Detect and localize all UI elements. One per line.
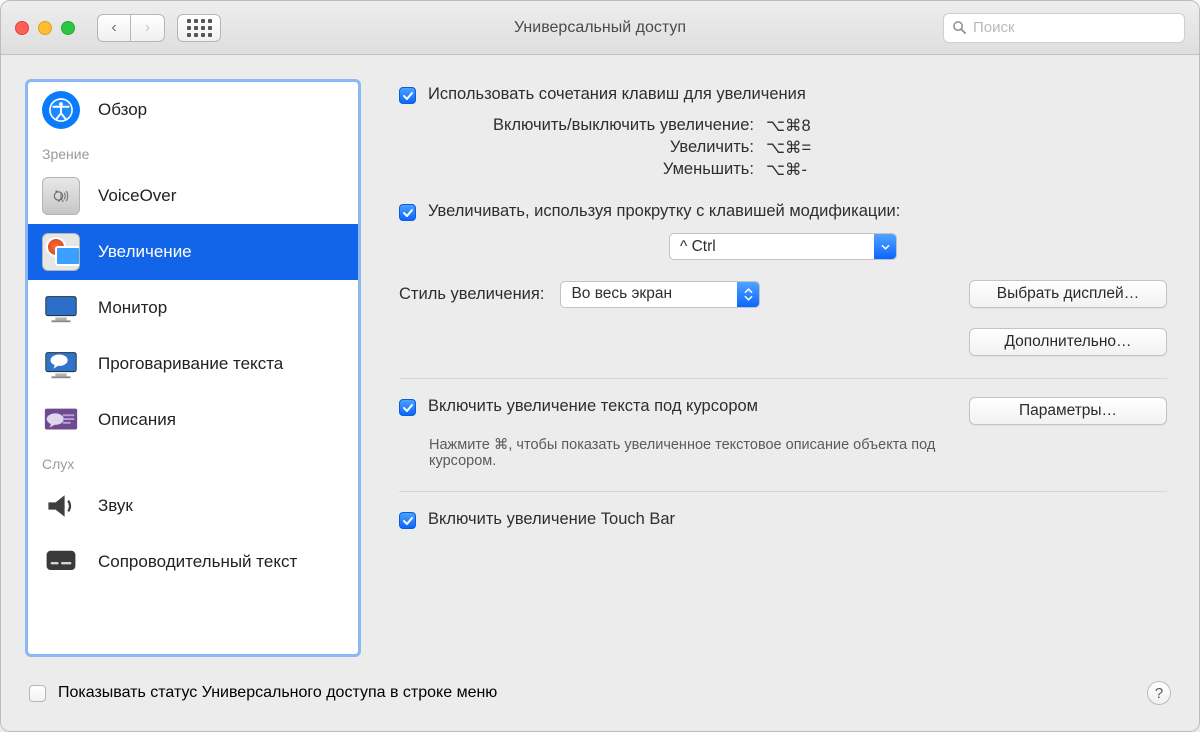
display-icon xyxy=(42,289,80,327)
scroll-modifier-checkbox[interactable] xyxy=(399,204,416,221)
sidebar-item-speech[interactable]: Проговаривание текста xyxy=(28,336,358,392)
zoomout-shortcut: ⌥⌘- xyxy=(762,160,807,180)
footer: Показывать статус Универсального доступа… xyxy=(25,679,1175,707)
question-icon: ? xyxy=(1155,685,1163,702)
scroll-modifier-label: Увеличивать, используя прокрутку с клави… xyxy=(428,202,900,221)
sidebar-item-overview[interactable]: Обзор xyxy=(28,82,358,138)
scroll-modifier-row: Увеличивать, используя прокрутку с клави… xyxy=(399,202,1167,221)
zoom-style-select[interactable]: Во весь экран xyxy=(560,281,760,308)
sidebar-label: Монитор xyxy=(98,298,167,318)
touchbar-checkbox[interactable] xyxy=(399,512,416,529)
sidebar: Обзор Зрение VoiceOver Увеличение xyxy=(25,79,361,657)
use-shortcuts-row: Использовать сочетания клавиш для увелич… xyxy=(399,85,1167,104)
menubar-status-checkbox[interactable] xyxy=(29,685,46,702)
advanced-button[interactable]: Дополнительно… xyxy=(969,328,1167,356)
zoom-button[interactable] xyxy=(61,21,75,35)
zoom-style-label: Стиль увеличения: xyxy=(399,285,544,304)
search-input[interactable] xyxy=(973,19,1176,36)
divider xyxy=(399,491,1167,492)
sidebar-item-display[interactable]: Монитор xyxy=(28,280,358,336)
sidebar-label: Увеличение xyxy=(98,242,192,262)
menubar-status-label: Показывать статус Универсального доступа… xyxy=(58,684,497,702)
sidebar-category-hearing: Слух xyxy=(28,448,358,478)
captions-icon xyxy=(42,543,80,581)
sidebar-item-voiceover[interactable]: VoiceOver xyxy=(28,168,358,224)
main-panel: Использовать сочетания клавиш для увелич… xyxy=(383,79,1175,657)
shortcuts-list: Включить/выключить увеличение:⌥⌘8 Увелич… xyxy=(429,114,1167,182)
sidebar-label: VoiceOver xyxy=(98,186,176,206)
options-button[interactable]: Параметры… xyxy=(969,397,1167,425)
titlebar: ‹ › Универсальный доступ xyxy=(1,1,1199,55)
sidebar-item-zoom[interactable]: Увеличение xyxy=(28,224,358,280)
minimize-button[interactable] xyxy=(38,21,52,35)
window-controls xyxy=(15,21,75,35)
accessibility-icon xyxy=(42,91,80,129)
forward-button[interactable]: › xyxy=(131,14,165,42)
hover-text-checkbox[interactable] xyxy=(399,399,416,416)
use-shortcuts-checkbox[interactable] xyxy=(399,87,416,104)
check-icon xyxy=(402,90,414,102)
chevron-right-icon: › xyxy=(145,19,150,37)
toggle-label: Включить/выключить увеличение: xyxy=(429,116,762,136)
touchbar-label: Включить увеличение Touch Bar xyxy=(428,510,675,529)
sidebar-category-vision: Зрение xyxy=(28,138,358,168)
hover-text-label: Включить увеличение текста под курсором xyxy=(428,397,969,416)
sidebar-label: Проговаривание текста xyxy=(98,354,283,374)
grid-icon xyxy=(187,19,212,37)
voiceover-icon xyxy=(42,177,80,215)
close-button[interactable] xyxy=(15,21,29,35)
descriptions-icon xyxy=(42,401,80,439)
search-field[interactable] xyxy=(943,13,1185,43)
use-shortcuts-label: Использовать сочетания клавиш для увелич… xyxy=(428,85,806,104)
divider xyxy=(399,378,1167,379)
check-icon xyxy=(402,207,414,219)
hover-text-hint: Нажмите ⌘, чтобы показать увеличенное те… xyxy=(429,437,949,469)
sidebar-item-descriptions[interactable]: Описания xyxy=(28,392,358,448)
chevron-left-icon: ‹ xyxy=(111,19,116,37)
modifier-value: ^ Ctrl xyxy=(670,238,874,256)
sidebar-label: Сопроводительный текст xyxy=(98,552,297,572)
toggle-shortcut: ⌥⌘8 xyxy=(762,116,811,136)
preferences-window: ‹ › Универсальный доступ xyxy=(0,0,1200,732)
zoomin-shortcut: ⌥⌘= xyxy=(762,138,811,158)
sidebar-label: Описания xyxy=(98,410,176,430)
sidebar-item-captions[interactable]: Сопроводительный текст xyxy=(28,534,358,590)
touchbar-row: Включить увеличение Touch Bar xyxy=(399,510,1167,529)
speaker-icon xyxy=(42,487,80,525)
window-body: Обзор Зрение VoiceOver Увеличение xyxy=(1,55,1199,731)
show-all-button[interactable] xyxy=(177,14,221,42)
sidebar-label: Обзор xyxy=(98,100,147,120)
sidebar-label: Звук xyxy=(98,496,133,516)
search-icon xyxy=(952,20,967,35)
zoomin-label: Увеличить: xyxy=(429,138,762,158)
modifier-select[interactable]: ^ Ctrl xyxy=(669,233,897,260)
check-icon xyxy=(402,515,414,527)
dropdown-arrows-icon xyxy=(737,282,759,307)
help-button[interactable]: ? xyxy=(1147,681,1171,705)
sidebar-item-audio[interactable]: Звук xyxy=(28,478,358,534)
choose-display-button[interactable]: Выбрать дисплей… xyxy=(969,280,1167,308)
nav-buttons: ‹ › xyxy=(97,14,165,42)
zoom-style-value: Во весь экран xyxy=(561,285,737,303)
zoomout-label: Уменьшить: xyxy=(429,160,762,180)
zoom-icon xyxy=(42,233,80,271)
back-button[interactable]: ‹ xyxy=(97,14,131,42)
speech-icon xyxy=(42,345,80,383)
dropdown-arrow-icon xyxy=(874,234,896,259)
check-icon xyxy=(402,402,414,414)
